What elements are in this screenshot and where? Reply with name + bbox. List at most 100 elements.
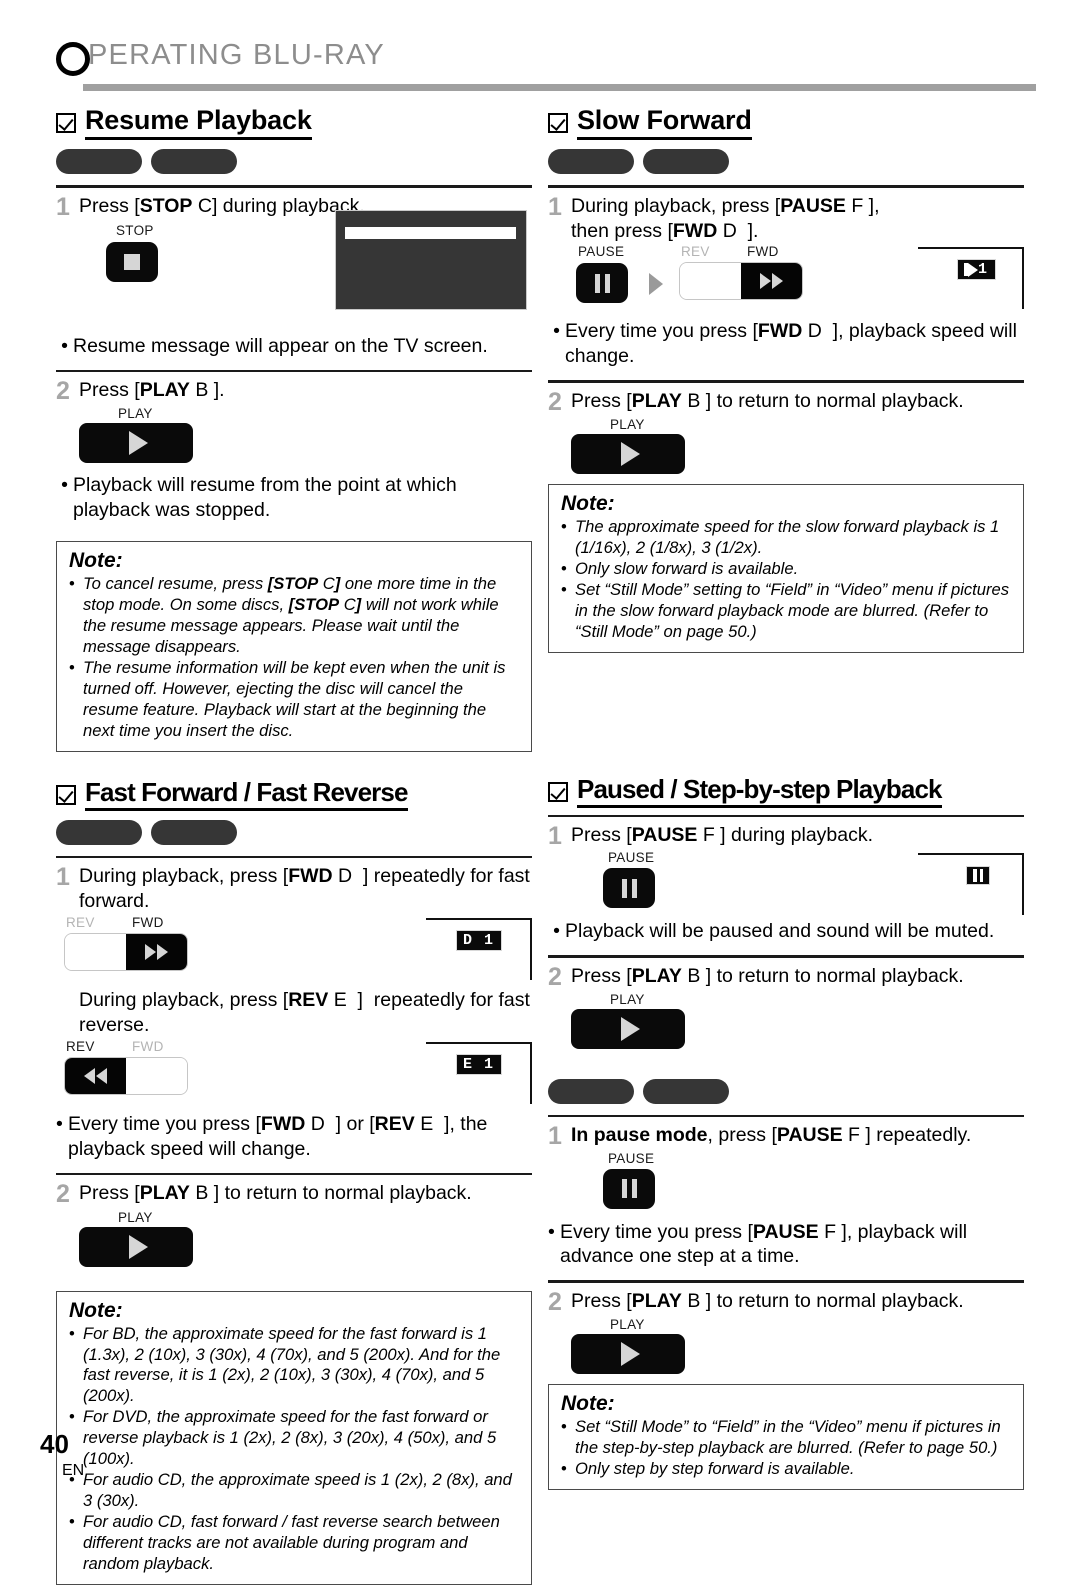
- note-item: • For DVD, the approximate speed for the…: [69, 1407, 519, 1470]
- bullet-line-1: Playback will resume from the point at w…: [73, 474, 457, 497]
- pause-key-label: PAUSE: [608, 850, 655, 866]
- note-title: Note:: [69, 1298, 123, 1322]
- fast-reverse-glyph-icon: [84, 1067, 107, 1084]
- step-divider: [548, 955, 1024, 958]
- step-text: Press [PLAY B ].: [79, 379, 225, 402]
- bullet-text: Resume message will appear on the TV scr…: [73, 334, 488, 357]
- pause-repeat-illustration: PAUSE: [548, 1152, 1024, 1222]
- rev-illustration: REV FWD E 1: [56, 1040, 532, 1114]
- fwd-key-label: FWD: [132, 915, 164, 931]
- note-text: Only step by step forward is available.: [575, 1459, 855, 1479]
- step-1-bullet: • Every time you press [FWD D ] or [REV …: [56, 1112, 532, 1162]
- pause-illustration: PAUSE: [548, 851, 1024, 921]
- front-panel-display-slow-indicator: 1: [957, 259, 996, 281]
- step-number: 2: [548, 1287, 562, 1316]
- bullet-dot-icon: •: [553, 920, 560, 943]
- bullet-dot-icon: •: [548, 1220, 555, 1243]
- note-item: • For audio CD, the approximate speed is…: [69, 1470, 519, 1512]
- bullet-dot-icon: •: [69, 1511, 75, 1531]
- section-resume-playback: Resume Playback 1 Press [STOP C] during …: [56, 105, 532, 752]
- step-divider: [56, 1172, 532, 1176]
- note-item: • The resume information will be kept ev…: [69, 658, 519, 742]
- step-1: 1 During playback, press [FWD D ] repeat…: [56, 864, 532, 914]
- step-number: 1: [548, 822, 562, 851]
- stop-button-icon: [106, 241, 158, 282]
- step-2: 2 Press [PLAY B ] to return to normal pl…: [548, 963, 1024, 990]
- step-number: 1: [56, 192, 70, 221]
- step-2-illustration: PLAY: [548, 418, 1024, 480]
- step-2: 2 Press [PLAY B ] to return to normal pl…: [548, 388, 1024, 415]
- tv-screen-illustration: [335, 209, 527, 310]
- play-button-icon: [79, 1226, 193, 1267]
- step-divider: [548, 380, 1024, 383]
- play-button-icon: [571, 1008, 685, 1049]
- play-button-icon: [571, 1334, 685, 1375]
- note-text: For BD, the approximate speed for the fa…: [83, 1323, 501, 1406]
- note-text: Set “Still Mode” setting to “Field” in “…: [575, 579, 1010, 641]
- step-divider: [56, 369, 532, 373]
- bullet-text: Playback will be paused and sound will b…: [565, 920, 995, 943]
- section-heading-paused: Paused / Step-by-step Playback: [548, 775, 1024, 808]
- note-title: Note:: [561, 492, 615, 515]
- bullet-dot-icon: •: [69, 574, 75, 594]
- section-title: Resume Playback: [85, 105, 312, 141]
- bullet-dot-icon: •: [69, 1407, 75, 1427]
- pause-glyph-icon: [973, 869, 983, 883]
- step-2: 2 Press [PLAY B ] to return to normal pl…: [56, 1181, 532, 1208]
- rev-rocker-button-icon: [64, 1056, 188, 1095]
- checkbox-icon: [56, 113, 76, 133]
- step-divider: [548, 814, 1024, 818]
- step-3-bullet: • Every time you press [PAUSE F ], playb…: [548, 1220, 1024, 1270]
- step-2-bullet: • Playback will resume from the point at…: [56, 473, 532, 523]
- step-divider: [56, 185, 532, 188]
- section-title: Slow Forward: [577, 105, 752, 141]
- step-2-illustration: PLAY: [56, 1211, 532, 1277]
- note-item: • Set “Still Mode” setting to “Field” in…: [561, 580, 1011, 643]
- step-number: 2: [56, 377, 70, 406]
- bullet-dot-icon: •: [561, 558, 567, 578]
- note-text: To cancel resume, press [STOP C] one mor…: [83, 574, 499, 657]
- play-button-icon: [571, 434, 685, 474]
- pause-glyph-icon: [621, 878, 637, 898]
- note-item: • Only slow forward is available.: [561, 559, 1011, 580]
- disc-badge: [151, 819, 237, 845]
- right-column: Slow Forward 1 During playback, press [P…: [548, 105, 1024, 1490]
- bullet-dot-icon: •: [561, 1459, 567, 1479]
- stop-glyph-icon: [124, 253, 140, 270]
- step-2: 2 Press [PLAY B ].: [56, 377, 532, 406]
- step-number: 1: [548, 1122, 562, 1151]
- front-panel-display-pause-indicator: [966, 866, 990, 886]
- checkbox-icon: [56, 784, 76, 805]
- step-text: Press [PLAY B ] to return to normal play…: [571, 389, 964, 412]
- step-4-illustration: PLAY: [548, 1318, 1024, 1380]
- step-1: 1 During playback, press [PAUSE F ], then…: [548, 192, 1024, 244]
- step-text: During playback, press [PAUSE F ], then p…: [571, 194, 880, 242]
- disc-badge: [56, 819, 142, 845]
- play-key-label: PLAY: [610, 417, 645, 432]
- running-head-title: PERATING BLU-RAY: [88, 39, 385, 71]
- rev-key-label: REV: [66, 915, 95, 931]
- stop-key-label-wrap: STOP: [116, 224, 154, 238]
- note-text: For audio CD, fast forward / fast revers…: [83, 1511, 500, 1573]
- step-1-bullet: • Resume message will appear on the TV s…: [56, 334, 532, 359]
- step-1-bullet: • Playback will be paused and sound will…: [548, 919, 1024, 944]
- note-box-step-playback: Note: • Set “Still Mode” to “Field” in t…: [548, 1384, 1024, 1490]
- fwd-rocker-button-icon: [64, 933, 188, 972]
- rocker-rev-half: [65, 934, 126, 971]
- slow-forward-illustration: PAUSE REV FWD 1: [548, 245, 1024, 321]
- note-text: Only slow forward is available.: [575, 558, 799, 578]
- play-key-label: PLAY: [118, 1209, 153, 1225]
- play-key-label: PLAY: [610, 1317, 645, 1333]
- note-text: The approximate speed for the slow forwa…: [575, 517, 1000, 558]
- step-number: 1: [548, 192, 562, 221]
- step-1: 1 Press [PAUSE F ] during playback.: [548, 822, 1024, 851]
- bullet-text: Every time you press [FWD D ] or [REV E …: [68, 1112, 488, 1160]
- step-text: Press [PLAY B ] to return to normal play…: [571, 1289, 964, 1312]
- section-paused-step-playback: Paused / Step-by-step Playback 1 Press […: [548, 775, 1024, 1490]
- section-heading-ffrev: Fast Forward / Fast Reverse: [56, 778, 532, 811]
- step-divider: [548, 1280, 1024, 1283]
- pause-button-icon: [603, 868, 655, 909]
- section-slow-forward: Slow Forward 1 During playback, press [P…: [548, 105, 1024, 653]
- left-column: Resume Playback 1 Press [STOP C] during …: [56, 105, 532, 1585]
- section-heading-resume: Resume Playback: [56, 105, 532, 141]
